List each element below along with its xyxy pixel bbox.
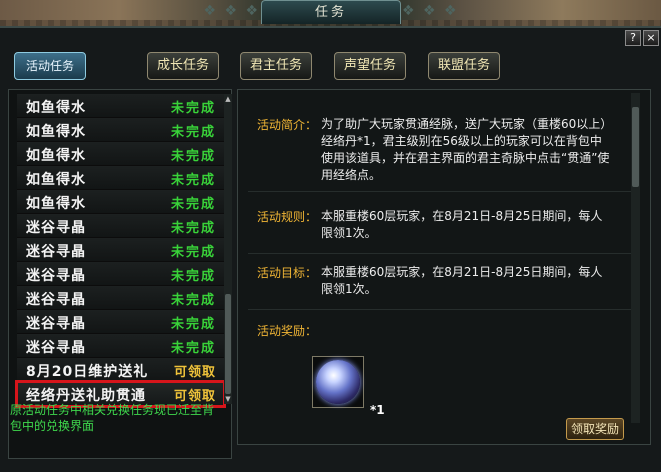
- quest-name: 如鱼得水: [26, 124, 86, 140]
- quest-status: 可领取: [173, 365, 216, 380]
- quest-list: 如鱼得水 未完成 如鱼得水 未完成 如鱼得水 未完成 如鱼得水 未完成 如鱼得水 未完成 …: [15, 94, 226, 408]
- rule-section: 活动规则： 本服重楼60层玩家，在8月21日-8月25日期间，每人限领1次。: [248, 208, 631, 254]
- meridian-pill-icon: [316, 360, 360, 404]
- quest-row[interactable]: 8月20日维护送礼 可领取: [17, 358, 224, 382]
- quest-name: 迷谷寻晶: [26, 268, 86, 284]
- detail-scrollbar[interactable]: [631, 93, 640, 423]
- quest-row[interactable]: 迷谷寻晶 未完成: [17, 214, 224, 238]
- quest-row[interactable]: 如鱼得水 未完成: [17, 142, 224, 166]
- tab-lord-quests[interactable]: 君主任务: [240, 52, 312, 80]
- goal-text: 本服重楼60层玩家，在8月21日-8月25日期间，每人限领1次。: [321, 265, 603, 296]
- reward-section: 活动奖励：: [248, 322, 631, 342]
- quest-name: 迷谷寻晶: [26, 316, 86, 332]
- quest-status: 未完成: [170, 221, 216, 236]
- quest-name: 如鱼得水: [26, 148, 86, 164]
- scrollbar-thumb[interactable]: [225, 294, 231, 394]
- quest-status: 未完成: [170, 341, 216, 356]
- quest-name: 如鱼得水: [26, 100, 86, 116]
- claim-reward-button[interactable]: 领取奖励: [566, 418, 624, 440]
- migration-note: 原活动任务中相关兑换任务现已迁至背包中的兑换界面: [10, 403, 215, 433]
- quest-status: 未完成: [170, 269, 216, 284]
- reward-label: 活动奖励：: [257, 324, 318, 338]
- quest-status: 未完成: [170, 101, 216, 116]
- quest-status: 未完成: [170, 245, 216, 260]
- quest-name: 迷谷寻晶: [26, 244, 86, 260]
- tab-alliance-quests[interactable]: 联盟任务: [428, 52, 500, 80]
- quest-row[interactable]: 如鱼得水 未完成: [17, 94, 224, 118]
- rule-text: 本服重楼60层玩家，在8月21日-8月25日期间，每人限领1次。: [321, 209, 603, 240]
- title-ornament-left: ❖ ❖ ❖: [203, 3, 260, 19]
- intro-text: 为了助广大玩家贯通经脉，送广大玩家（重楼60以上）经络丹*1，君主级别在56级以…: [321, 117, 610, 182]
- reward-quantity: *1: [370, 403, 385, 417]
- goal-label: 活动目标：: [257, 266, 318, 280]
- quest-row[interactable]: 迷谷寻晶 未完成: [17, 262, 224, 286]
- quest-status: 未完成: [170, 173, 216, 188]
- quest-status: 未完成: [170, 149, 216, 164]
- tab-reputation-quests[interactable]: 声望任务: [334, 52, 406, 80]
- quest-name: 如鱼得水: [26, 172, 86, 188]
- quest-row[interactable]: 迷谷寻晶 未完成: [17, 238, 224, 262]
- quest-name: 迷谷寻晶: [26, 292, 86, 308]
- quest-name: 如鱼得水: [26, 196, 86, 212]
- tab-bar: 活动任务 成长任务 君主任务 声望任务 联盟任务: [0, 52, 661, 84]
- help-button[interactable]: ?: [625, 30, 641, 46]
- quest-row[interactable]: 迷谷寻晶 未完成: [17, 334, 224, 358]
- tab-activity-quests[interactable]: 活动任务: [14, 52, 86, 80]
- intro-section: 活动简介： 为了助广大玩家贯通经脉，送广大玩家（重楼60以上）经络丹*1，君主级…: [248, 116, 631, 192]
- quest-row[interactable]: 如鱼得水 未完成: [17, 118, 224, 142]
- reward-item-slot[interactable]: [312, 356, 364, 408]
- quest-status: 未完成: [170, 125, 216, 140]
- quest-list-scrollbar[interactable]: ▲ ▼: [224, 94, 232, 404]
- scrollbar-thumb[interactable]: [632, 107, 639, 187]
- close-button[interactable]: ×: [643, 30, 659, 46]
- quest-row[interactable]: 迷谷寻晶 未完成: [17, 310, 224, 334]
- quest-name: 8月20日维护送礼: [26, 364, 149, 380]
- quest-row[interactable]: 如鱼得水 未完成: [17, 190, 224, 214]
- quest-status: 未完成: [170, 317, 216, 332]
- quest-detail-panel: 活动简介： 为了助广大玩家贯通经脉，送广大玩家（重楼60以上）经络丹*1，君主级…: [237, 89, 651, 445]
- window-title: 任务: [261, 0, 401, 24]
- intro-label: 活动简介：: [257, 118, 318, 132]
- title-ornament-right: ❖ ❖ ❖: [402, 3, 459, 19]
- quest-row[interactable]: 如鱼得水 未完成: [17, 166, 224, 190]
- scroll-up-icon[interactable]: ▲: [224, 94, 232, 104]
- quest-name: 迷谷寻晶: [26, 220, 86, 236]
- quest-status: 未完成: [170, 293, 216, 308]
- scroll-down-icon[interactable]: ▼: [224, 394, 232, 404]
- tab-growth-quests[interactable]: 成长任务: [147, 52, 219, 80]
- quest-row[interactable]: 迷谷寻晶 未完成: [17, 286, 224, 310]
- quest-name: 迷谷寻晶: [26, 340, 86, 356]
- quest-status: 未完成: [170, 197, 216, 212]
- goal-section: 活动目标： 本服重楼60层玩家，在8月21日-8月25日期间，每人限领1次。: [248, 264, 631, 310]
- rule-label: 活动规则：: [257, 210, 318, 224]
